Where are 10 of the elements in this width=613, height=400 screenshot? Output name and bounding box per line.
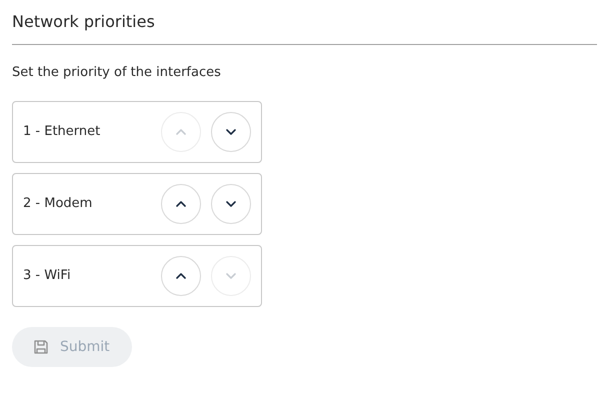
move-down-button[interactable] bbox=[211, 184, 251, 224]
description: Set the priority of the interfaces bbox=[12, 64, 222, 82]
save-icon bbox=[34, 340, 48, 354]
interface-label: 3 - WiFi bbox=[23, 267, 72, 286]
section-title: Network priorities bbox=[12, 11, 597, 45]
move-down-button[interactable] bbox=[211, 112, 251, 152]
move-up-button[interactable] bbox=[161, 256, 201, 296]
move-up-button[interactable] bbox=[161, 184, 201, 224]
interface-label: 1 - Ethernet bbox=[23, 123, 102, 142]
interface-label: 2 - Modem bbox=[23, 195, 94, 214]
